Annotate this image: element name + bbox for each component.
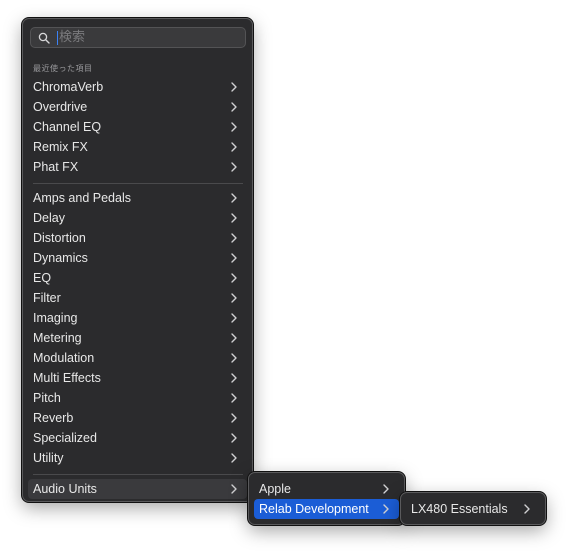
chevron-right-icon bbox=[230, 433, 238, 443]
menu-item-label: Pitch bbox=[33, 391, 61, 405]
submenu-item-relab-development[interactable]: Relab Development bbox=[254, 499, 399, 519]
menu-item-delay[interactable]: Delay bbox=[28, 208, 247, 228]
menu-item-multi-effects[interactable]: Multi Effects bbox=[28, 368, 247, 388]
chevron-right-icon bbox=[230, 313, 238, 323]
menu-item-label: Phat FX bbox=[33, 160, 79, 174]
menu-item-channel-eq[interactable]: Channel EQ bbox=[28, 117, 247, 137]
menu-item-label: ChromaVerb bbox=[33, 80, 104, 94]
chevron-right-icon bbox=[230, 353, 238, 363]
relab-development-submenu: LX480 Essentials bbox=[400, 492, 546, 525]
chevron-right-icon bbox=[230, 233, 238, 243]
chevron-right-icon bbox=[230, 393, 238, 403]
menu-item-chromaverb[interactable]: ChromaVerb bbox=[28, 77, 247, 97]
menu-item-utility[interactable]: Utility bbox=[28, 448, 247, 468]
menu-item-label: Filter bbox=[33, 291, 61, 305]
menu-item-remix-fx[interactable]: Remix FX bbox=[28, 137, 247, 157]
chevron-right-icon bbox=[230, 162, 238, 172]
menu-item-reverb[interactable]: Reverb bbox=[28, 408, 247, 428]
menu-item-label: LX480 Essentials bbox=[411, 502, 508, 516]
text-caret bbox=[57, 31, 58, 45]
menu-item-label: Multi Effects bbox=[33, 371, 101, 385]
audio-units-submenu: Apple Relab Development bbox=[248, 472, 405, 525]
menu-item-amps-and-pedals[interactable]: Amps and Pedals bbox=[28, 188, 247, 208]
chevron-right-icon bbox=[230, 193, 238, 203]
chevron-right-icon bbox=[382, 484, 390, 494]
menu-item-label: Imaging bbox=[33, 311, 78, 325]
menu-item-modulation[interactable]: Modulation bbox=[28, 348, 247, 368]
menu-separator bbox=[33, 474, 243, 475]
chevron-right-icon bbox=[230, 413, 238, 423]
chevron-right-icon bbox=[230, 122, 238, 132]
submenu-item-apple[interactable]: Apple bbox=[254, 479, 399, 499]
menu-item-label: Metering bbox=[33, 331, 82, 345]
recent-section-label: 最近使った項目 bbox=[33, 64, 93, 73]
menu-item-metering[interactable]: Metering bbox=[28, 328, 247, 348]
submenu-item-lx480-essentials[interactable]: LX480 Essentials bbox=[406, 499, 540, 519]
search-icon bbox=[38, 32, 50, 44]
menu-item-label: Audio Units bbox=[33, 482, 97, 496]
search-input[interactable] bbox=[59, 29, 239, 46]
menu-item-distortion[interactable]: Distortion bbox=[28, 228, 247, 248]
chevron-right-icon bbox=[230, 102, 238, 112]
chevron-right-icon bbox=[230, 142, 238, 152]
chevron-right-icon bbox=[230, 253, 238, 263]
menu-item-label: Delay bbox=[33, 211, 65, 225]
menu-item-label: Remix FX bbox=[33, 140, 88, 154]
chevron-right-icon bbox=[523, 504, 531, 514]
menu-item-specialized[interactable]: Specialized bbox=[28, 428, 247, 448]
chevron-right-icon bbox=[230, 453, 238, 463]
chevron-right-icon bbox=[230, 333, 238, 343]
menu-item-label: Specialized bbox=[33, 431, 97, 445]
menu-item-audio-units[interactable]: Audio Units bbox=[28, 479, 247, 499]
chevron-right-icon bbox=[230, 213, 238, 223]
menu-item-label: Relab Development bbox=[259, 502, 369, 516]
chevron-right-icon bbox=[382, 504, 390, 514]
menu-item-label: Apple bbox=[259, 482, 291, 496]
menu-item-label: Utility bbox=[33, 451, 64, 465]
menu-item-label: Reverb bbox=[33, 411, 74, 425]
menu-item-overdrive[interactable]: Overdrive bbox=[28, 97, 247, 117]
menu-item-label: Dynamics bbox=[33, 251, 88, 265]
menu-item-label: Channel EQ bbox=[33, 120, 102, 134]
menu-item-label: Overdrive bbox=[33, 100, 88, 114]
menu-item-dynamics[interactable]: Dynamics bbox=[28, 248, 247, 268]
menu-item-label: Modulation bbox=[33, 351, 95, 365]
menu-item-label: EQ bbox=[33, 271, 52, 285]
search-field[interactable] bbox=[30, 27, 246, 48]
menu-item-filter[interactable]: Filter bbox=[28, 288, 247, 308]
chevron-right-icon bbox=[230, 293, 238, 303]
menu-item-eq[interactable]: EQ bbox=[28, 268, 247, 288]
menu-item-imaging[interactable]: Imaging bbox=[28, 308, 247, 328]
chevron-right-icon bbox=[230, 373, 238, 383]
chevron-right-icon bbox=[230, 484, 238, 494]
plugin-menu: 最近使った項目 ChromaVerb Overdrive Channel EQ … bbox=[22, 18, 253, 502]
menu-item-label: Distortion bbox=[33, 231, 86, 245]
chevron-right-icon bbox=[230, 82, 238, 92]
menu-item-label: Amps and Pedals bbox=[33, 191, 131, 205]
chevron-right-icon bbox=[230, 273, 238, 283]
menu-item-phat-fx[interactable]: Phat FX bbox=[28, 157, 247, 177]
menu-separator bbox=[33, 183, 243, 184]
menu-item-pitch[interactable]: Pitch bbox=[28, 388, 247, 408]
